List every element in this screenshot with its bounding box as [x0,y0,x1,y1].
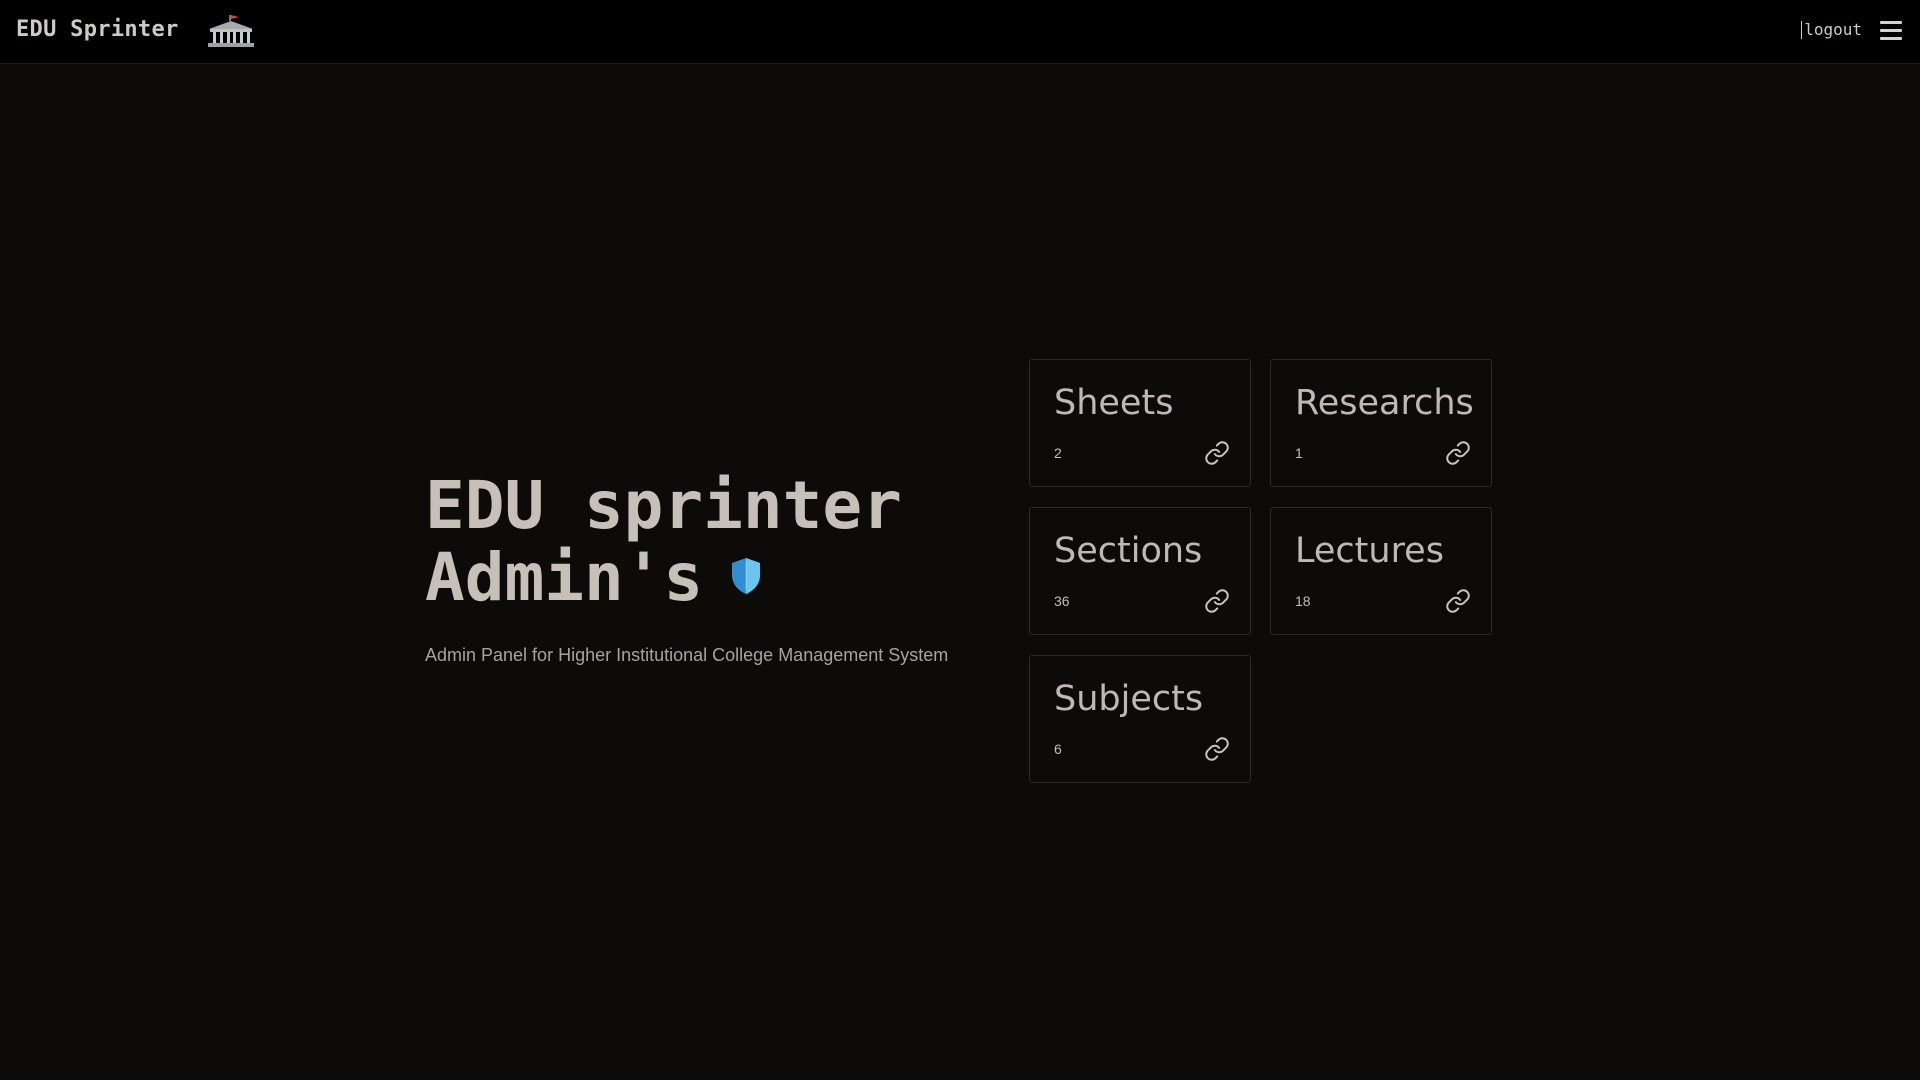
card-title: Sections [1054,531,1203,571]
card-researchs[interactable]: Researchs 1 [1270,359,1492,487]
link-icon[interactable] [1445,588,1471,614]
page-title: EDU sprinter Admin's [425,470,902,614]
card-count: 2 [1054,445,1062,461]
top-navbar: EDU Sprinter logout [0,0,1920,64]
page-title-line1: EDU sprinter [425,467,902,544]
link-icon[interactable] [1445,440,1471,466]
classical-building-icon [208,15,254,47]
shield-icon [732,557,761,594]
card-count: 36 [1054,593,1070,609]
card-sections[interactable]: Sections 36 [1029,507,1251,635]
page-title-line2: Admin's [425,542,902,614]
hamburger-menu-icon[interactable] [1880,21,1902,41]
card-title: Researchs [1295,383,1474,423]
card-sheets[interactable]: Sheets 2 [1029,359,1251,487]
logout-link[interactable]: logout [1801,21,1862,39]
card-title: Lectures [1295,531,1444,571]
card-count: 1 [1295,445,1303,461]
brand-name[interactable]: EDU Sprinter [16,17,179,42]
link-icon[interactable] [1204,736,1230,762]
card-subjects[interactable]: Subjects 6 [1029,655,1251,783]
card-title: Sheets [1054,383,1174,423]
card-count: 18 [1295,593,1311,609]
link-icon[interactable] [1204,440,1230,466]
card-title: Subjects [1054,679,1204,719]
card-count: 6 [1054,741,1062,757]
page-title-line2-text: Admin's [425,539,704,616]
card-lectures[interactable]: Lectures 18 [1270,507,1492,635]
page-subtitle: Admin Panel for Higher Institutional Col… [425,645,949,665]
link-icon[interactable] [1204,588,1230,614]
